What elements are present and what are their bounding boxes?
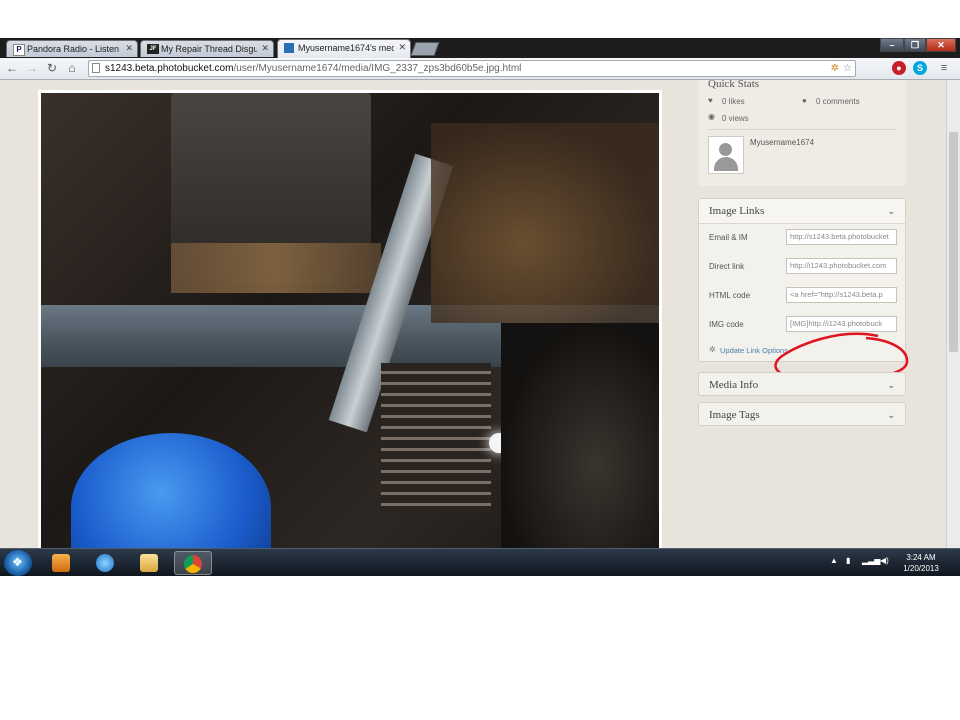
home-button[interactable]: ⌂ [64, 60, 80, 76]
tab-title: My Repair Thread Disguis [161, 44, 257, 54]
home-icon: ⌂ [68, 61, 76, 75]
show-hidden-icons[interactable]: ▲ [830, 556, 838, 565]
hamburger-menu-icon: ≡ [940, 62, 948, 74]
close-icon[interactable]: ✕ [125, 43, 133, 54]
taskbar-chrome[interactable] [174, 551, 212, 575]
comments-count: 0 comments [816, 97, 860, 106]
tab-pandora[interactable]: P Pandora Radio - Listen to ✕ [6, 40, 138, 57]
tab-photobucket-media[interactable]: Myusername1674's media ✕ [277, 39, 411, 58]
chevron-down-icon: ⌄ [887, 410, 895, 420]
minimize-button[interactable]: – [880, 38, 904, 52]
direct-link-field[interactable]: http://i1243.photobucket.com [786, 258, 897, 274]
image-links-title: Image Links [709, 205, 765, 217]
chevron-down-icon: ⌄ [887, 206, 895, 216]
browser-tab-strip: P Pandora Radio - Listen to ✕ JF My Repa… [0, 38, 960, 58]
screenshot-area: P Pandora Radio - Listen to ✕ JF My Repa… [0, 38, 960, 576]
avatar[interactable] [708, 136, 744, 174]
back-arrow-icon: ← [6, 61, 18, 75]
skype-icon[interactable]: S [913, 61, 927, 75]
media-info-panel[interactable]: Media Info ⌄ [698, 372, 906, 396]
internet-explorer-icon [96, 554, 114, 572]
adblock-icon[interactable]: ● [892, 61, 906, 75]
media-info-title: Media Info [709, 379, 759, 391]
html-code-label: HTML code [709, 291, 751, 300]
image-links-header[interactable]: Image Links ⌄ [699, 199, 905, 224]
page-scrollbar[interactable] [946, 80, 960, 552]
tab-title: Pandora Radio - Listen to [27, 44, 121, 54]
system-clock[interactable]: 3:24 AM 1/20/2013 [896, 552, 946, 574]
browser-toolbar: ← → ↻ ⌂ s1243.beta.photobucket.com/user/… [0, 58, 960, 80]
clock-time: 3:24 AM [906, 553, 936, 562]
image-tags-title: Image Tags [709, 409, 760, 421]
email-im-field[interactable]: http://s1243.beta.photobucket [786, 229, 897, 245]
divider [708, 129, 896, 130]
media-info-header: Media Info ⌄ [699, 373, 905, 397]
page-icon [92, 63, 100, 73]
new-tab-button[interactable] [410, 42, 440, 56]
minimize-icon: – [889, 40, 895, 50]
photo-frame [38, 90, 662, 552]
html-code-field[interactable]: <a href="http://s1243.beta.p [786, 287, 897, 303]
taskbar-internet-explorer[interactable] [88, 551, 122, 575]
clock-date: 1/20/2013 [903, 564, 939, 573]
taskbar-file-explorer[interactable] [132, 551, 166, 575]
img-code-label: IMG code [709, 320, 744, 329]
views-count: 0 views [722, 114, 749, 123]
reload-icon: ↻ [46, 61, 58, 75]
media-photo[interactable] [41, 93, 659, 552]
heart-icon: ♥ [708, 96, 713, 105]
menu-button[interactable]: ≡ [936, 60, 952, 76]
jf-favicon-icon: JF [147, 44, 159, 54]
eye-icon: ◉ [708, 112, 715, 121]
url-path: /user/Myusername1674/media/IMG_2337_zps3… [233, 63, 522, 74]
likes-count: 0 likes [722, 97, 745, 106]
battery-icon[interactable]: ▮ [846, 556, 850, 565]
folder-icon [140, 554, 158, 572]
forward-button[interactable]: → [24, 60, 40, 76]
windows-logo-icon: ❖ [12, 555, 23, 569]
close-icon: ✕ [937, 40, 945, 50]
bookmark-star-icon[interactable]: ☆ [843, 61, 852, 76]
chevron-down-icon: ⌄ [887, 380, 895, 390]
quick-stats-panel: Quick Stats ♥ 0 likes ● 0 comments ◉ 0 v… [698, 80, 906, 186]
close-icon[interactable]: ✕ [261, 43, 269, 54]
user-silhouette-icon [719, 143, 732, 156]
chrome-icon [184, 555, 202, 573]
comment-icon: ● [802, 96, 807, 105]
photobucket-favicon-icon [284, 43, 294, 53]
taskbar-media-player[interactable] [44, 551, 78, 575]
address-bar[interactable]: s1243.beta.photobucket.com/user/Myuserna… [88, 60, 856, 77]
restore-icon: ❐ [910, 40, 920, 50]
restore-button[interactable]: ❐ [904, 38, 926, 52]
image-tags-header: Image Tags ⌄ [699, 403, 905, 427]
gear-icon: ✲ [709, 345, 716, 354]
email-im-label: Email & IM [709, 233, 748, 242]
media-player-icon [52, 554, 70, 572]
forward-arrow-icon: → [26, 61, 38, 75]
url-host: s1243.beta.photobucket.com [105, 63, 234, 74]
photobucket-page: Quick Stats ♥ 0 likes ● 0 comments ◉ 0 v… [0, 80, 946, 552]
username-link[interactable]: Myusername1674 [750, 138, 814, 147]
pandora-favicon-icon: P [13, 44, 25, 56]
scrollbar-thumb[interactable] [949, 132, 958, 352]
start-button[interactable]: ❖ [4, 550, 32, 576]
direct-link-label: Direct link [709, 262, 745, 271]
reload-button[interactable]: ↻ [44, 60, 60, 76]
back-button[interactable]: ← [4, 60, 20, 76]
signal-icon[interactable]: ▂▃▅ [862, 556, 880, 565]
tab-repair-thread[interactable]: JF My Repair Thread Disguis ✕ [140, 40, 274, 57]
volume-icon[interactable]: ◀) [880, 556, 889, 565]
tab-title: Myusername1674's media [298, 43, 394, 53]
close-icon[interactable]: ✕ [398, 42, 406, 53]
image-tags-panel[interactable]: Image Tags ⌄ [698, 402, 906, 426]
quick-stats-title: Quick Stats [708, 80, 760, 90]
cookie-icon[interactable]: ✲ [831, 61, 839, 76]
close-window-button[interactable]: ✕ [926, 38, 956, 52]
windows-taskbar: ❖ ▲ ▮ ▂▃▅ ◀) 3:24 AM 1/20/2013 [0, 548, 960, 576]
